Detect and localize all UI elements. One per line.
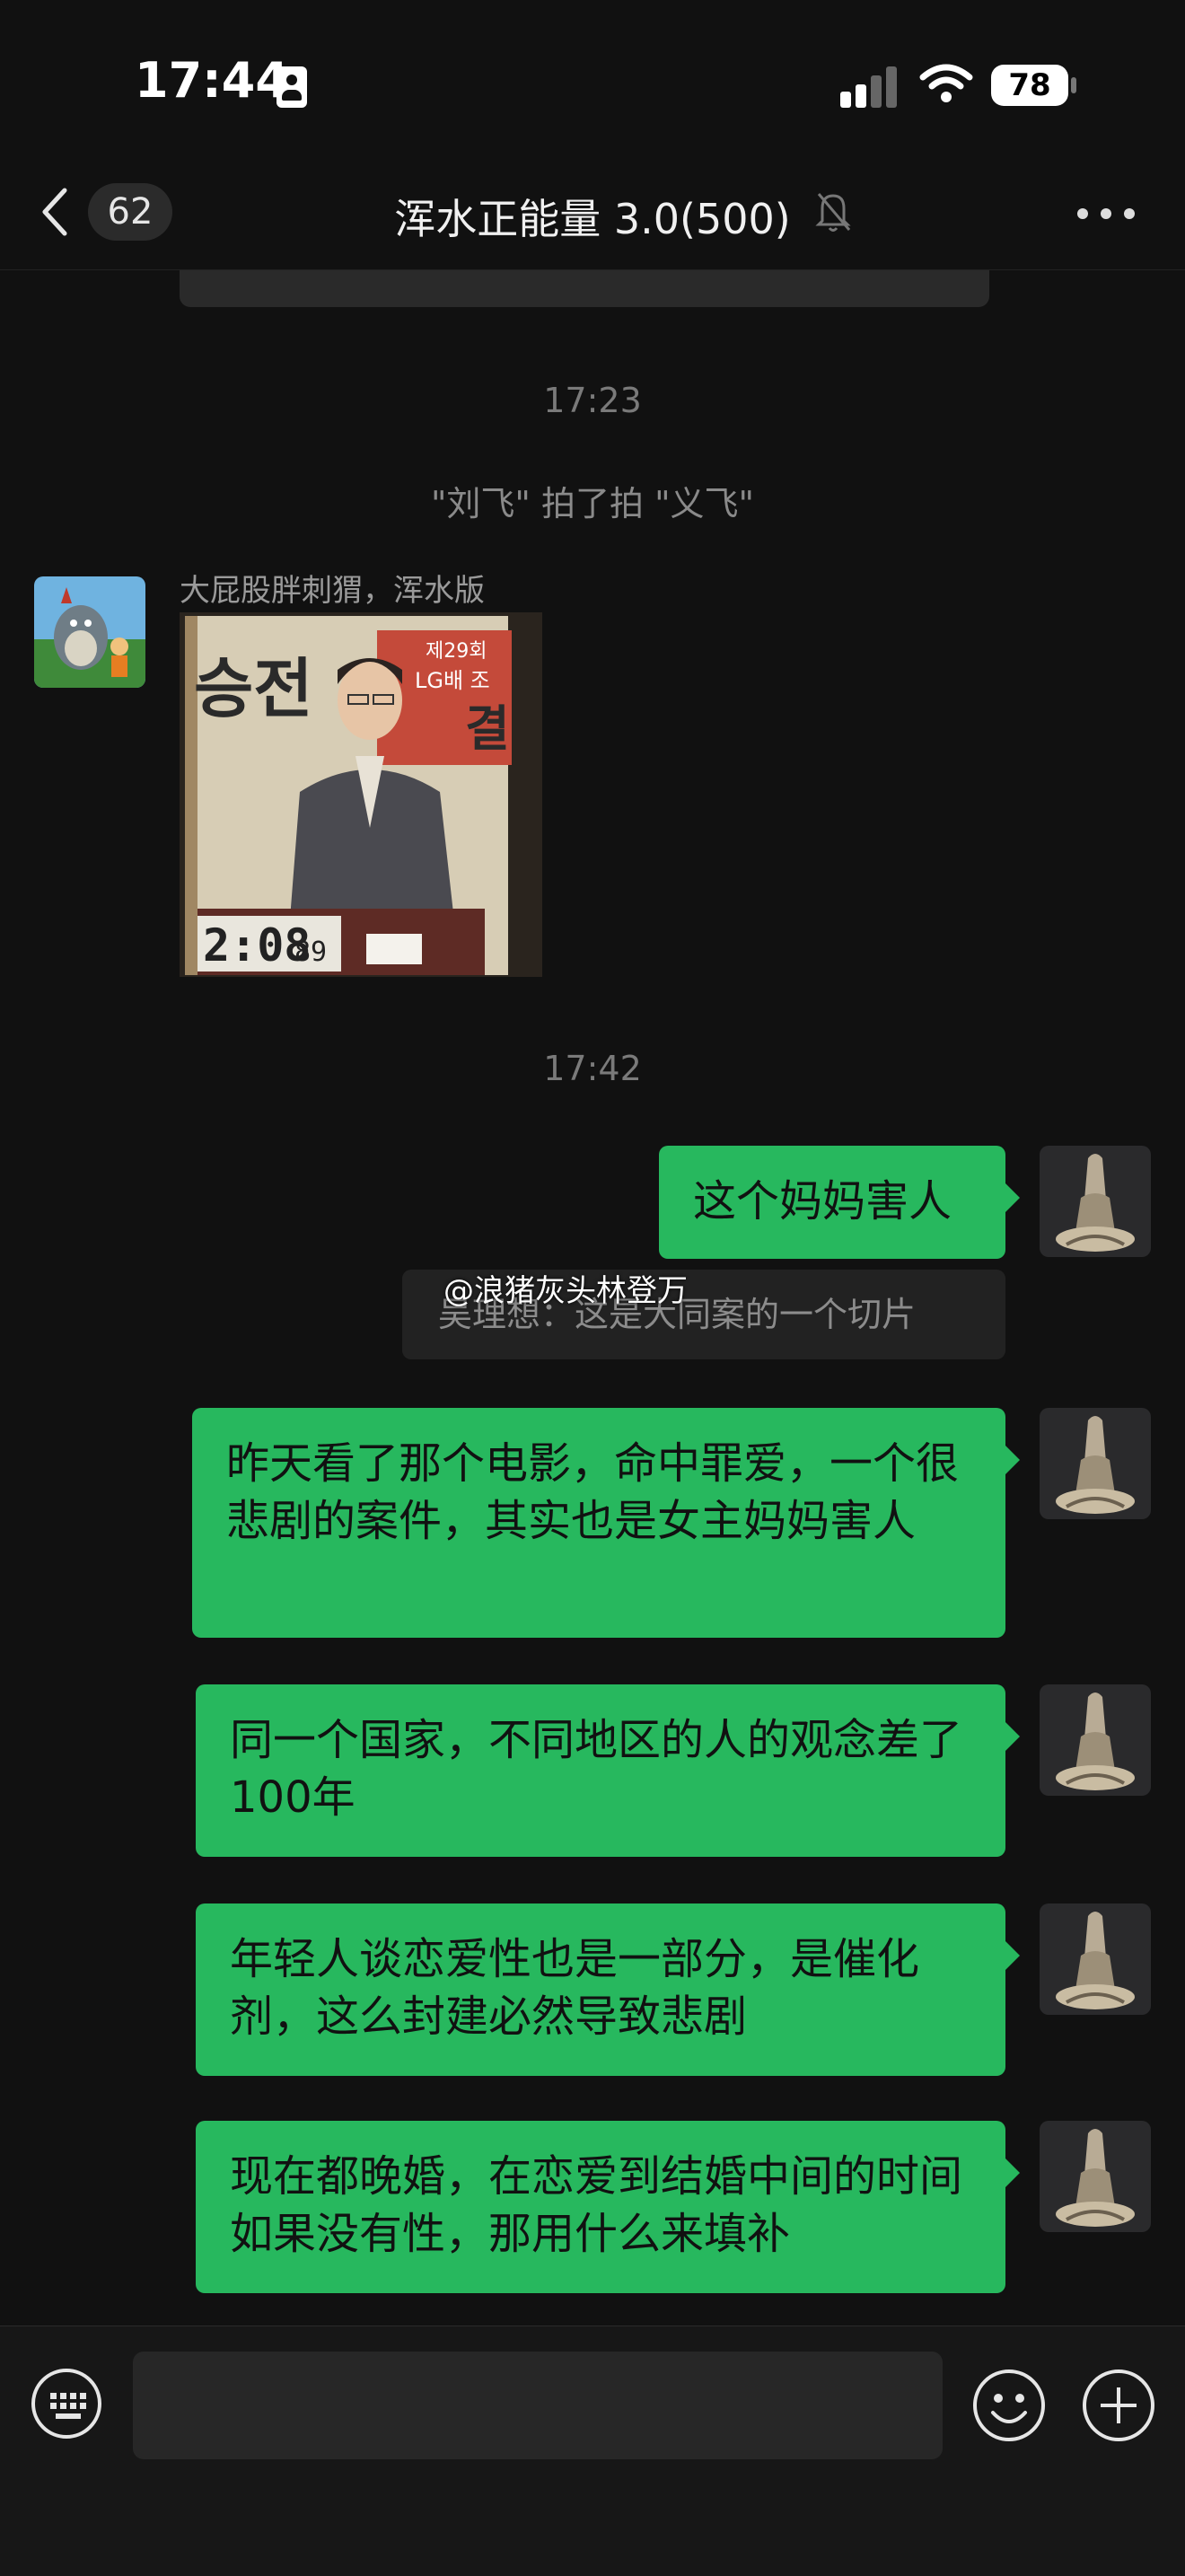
- battery-cap: [1071, 77, 1076, 93]
- battery-icon: 78: [991, 65, 1068, 106]
- pat-system-message: "刘飞" 拍了拍 "义飞": [430, 484, 755, 523]
- mute-bell-icon: [815, 193, 851, 232]
- photo-korean-text: 승전: [194, 651, 312, 726]
- cellular-signal-icon: [840, 65, 898, 108]
- outgoing-message-bubble[interactable]: 昨天看了那个电影，命中罪爱，一个很悲剧的案件，其实也是女主妈妈害人: [192, 1408, 1020, 1638]
- id-card-icon: [276, 66, 307, 108]
- outgoing-message-bubble[interactable]: 现在都晚婚，在恋爱到结婚中间的时间如果没有性，那用什么来填补: [196, 2121, 1020, 2293]
- status-time: 17:44: [135, 52, 289, 109]
- keyboard-icon[interactable]: [31, 2368, 102, 2440]
- outgoing-message-bubble[interactable]: 这个妈妈害人: [659, 1146, 1020, 1259]
- buddha-statue-avatar-image: [1040, 1903, 1151, 2015]
- chat-header: 62 浑水正能量 3.0(500): [0, 154, 1185, 270]
- plus-icon[interactable]: [1081, 2368, 1156, 2443]
- weibo-watermark: @浪猪灰头林登万: [443, 1273, 688, 1309]
- more-dots-icon[interactable]: [1077, 208, 1135, 223]
- back-chevron-icon[interactable]: [41, 187, 68, 237]
- totoro-avatar-image: [34, 576, 145, 688]
- photo-lg-cup: LG배 조: [415, 668, 490, 693]
- buddha-statue-avatar-image: [1040, 1684, 1151, 1796]
- message-input[interactable]: [133, 2352, 943, 2459]
- sender-name: 大屁股胖刺猬，浑水版: [180, 573, 485, 609]
- sender-avatar[interactable]: [34, 576, 145, 688]
- photo-event-number: 제29회: [426, 640, 487, 663]
- buddha-statue-avatar-image: [1040, 1408, 1151, 1519]
- outgoing-message-bubble[interactable]: 年轻人谈恋爱性也是一部分，是催化剂，这么封建必然导致悲剧: [196, 1903, 1020, 2076]
- image-message[interactable]: 승전 제29회 LG배 조 결 2:08 89: [180, 612, 542, 977]
- outgoing-message-bubble[interactable]: 同一个国家，不同地区的人的观念差了100年: [196, 1684, 1020, 1857]
- input-bar: [0, 2325, 1185, 2576]
- photo-clock-seconds: 89: [294, 936, 327, 968]
- my-avatar[interactable]: [1040, 1684, 1151, 1796]
- my-avatar[interactable]: [1040, 1408, 1151, 1519]
- buddha-statue-avatar-image: [1040, 1146, 1151, 1257]
- my-avatar[interactable]: [1040, 1146, 1151, 1257]
- unread-count-badge[interactable]: 62: [88, 183, 172, 241]
- photo-korean-char: 결: [465, 700, 510, 757]
- buddha-statue-avatar-image: [1040, 2121, 1151, 2232]
- my-avatar[interactable]: [1040, 1903, 1151, 2015]
- wifi-icon: [919, 64, 973, 102]
- timestamp: 17:23: [543, 381, 642, 420]
- emoji-icon[interactable]: [971, 2368, 1047, 2443]
- my-avatar[interactable]: [1040, 2121, 1151, 2232]
- timestamp: 17:42: [543, 1049, 642, 1088]
